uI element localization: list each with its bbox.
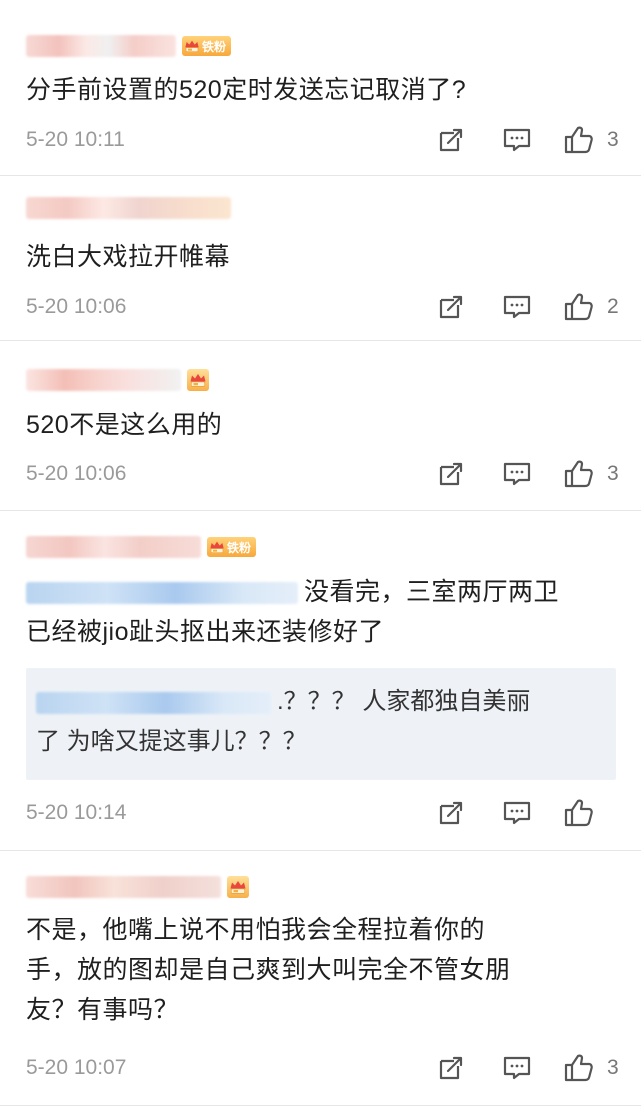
reply-button[interactable] <box>497 795 537 831</box>
comment-text-line2: 手，放的图却是自己爽到大叫完全不管女朋 <box>26 956 511 984</box>
thumbs-up-icon <box>564 460 593 488</box>
repost-icon <box>439 1056 463 1080</box>
comment-meta: 5-20 10:06 2 <box>26 289 619 325</box>
blurred-username[interactable] <box>26 197 231 219</box>
reply-button[interactable] <box>497 456 537 492</box>
repost-button[interactable] <box>431 122 471 158</box>
quote-line2: 了 为啥又提这事儿？？？ <box>36 728 307 755</box>
comment-text: 不是，他嘴上说不用怕我会全程拉着你的 手，放的图却是自己爽到大叫完全不管女朋 友… <box>26 910 601 1030</box>
repost-button[interactable] <box>431 289 471 325</box>
comment-time: 5-20 10:14 <box>26 801 127 824</box>
fan-badge-label: 铁粉 <box>227 540 252 555</box>
thumbs-up-icon <box>564 293 593 321</box>
comment-icon <box>503 295 531 319</box>
repost-button[interactable] <box>431 795 471 831</box>
thumbs-up-icon <box>564 126 593 154</box>
comment-feed: 铁粉 分手前设置的520定时发送忘记取消了? 5-20 10:11 3 洗白大戏… <box>0 0 641 1110</box>
comment-time: 5-20 10:11 <box>26 128 125 151</box>
reply-button[interactable] <box>497 1050 537 1086</box>
crown-icon <box>184 40 200 53</box>
comment-item: 520不是这么用的 5-20 10:06 3 <box>0 340 641 511</box>
blurred-username[interactable] <box>26 369 181 391</box>
like-count: 2 <box>607 295 619 318</box>
comment-icon <box>503 462 531 486</box>
like-button[interactable]: 2 <box>563 291 619 323</box>
repost-button[interactable] <box>431 456 471 492</box>
blurred-mention[interactable] <box>36 691 271 714</box>
comment-item: 不是，他嘴上说不用怕我会全程拉着你的 手，放的图却是自己爽到大叫完全不管女朋 友… <box>0 850 641 1106</box>
like-button[interactable]: 3 <box>563 458 619 490</box>
fan-badge[interactable] <box>187 369 209 391</box>
like-count: 3 <box>607 1056 619 1079</box>
quoted-reply[interactable]: .？？？ 人家都独自美丽 了 为啥又提这事儿？？？ <box>26 668 616 780</box>
repost-icon <box>439 462 463 486</box>
comment-meta: 5-20 10:11 3 <box>26 122 619 158</box>
comment-meta: 5-20 10:07 3 <box>26 1050 619 1086</box>
repost-button[interactable] <box>431 1050 471 1086</box>
fan-badge-label: 铁粉 <box>202 39 227 54</box>
like-button[interactable]: 3 <box>563 1052 619 1084</box>
like-count: 3 <box>607 462 619 485</box>
comment-icon <box>503 1056 531 1080</box>
comment-user-row: 铁粉 <box>26 31 232 61</box>
repost-icon <box>439 128 463 152</box>
comment-text-line3: 友？有事吗？ <box>26 996 180 1024</box>
comment-time: 5-20 10:06 <box>26 462 127 485</box>
blurred-username[interactable] <box>26 35 176 57</box>
repost-icon <box>439 295 463 319</box>
comment-meta: 5-20 10:06 3 <box>26 456 619 492</box>
comment-item: 洗白大戏拉开帷幕 5-20 10:06 2 <box>0 175 641 341</box>
comment-text: 520不是这么用的 <box>26 411 223 439</box>
blurred-username[interactable] <box>26 876 221 898</box>
blurred-username[interactable] <box>26 536 201 558</box>
comment-icon <box>503 128 531 152</box>
comment-text-line1: 没看完，三室两厅两卫 <box>304 578 560 606</box>
thumbs-up-icon <box>564 1054 593 1082</box>
comment-icon <box>503 801 531 825</box>
comment-text-line1: 不是，他嘴上说不用怕我会全程拉着你的 <box>26 916 486 944</box>
comment-meta: 5-20 10:14 <box>26 795 619 831</box>
repost-icon <box>439 801 463 825</box>
thumbs-up-icon <box>564 799 593 827</box>
comment-text: 洗白大戏拉开帷幕 <box>26 243 231 271</box>
comment-item: 铁粉 分手前设置的520定时发送忘记取消了? 5-20 10:11 3 <box>0 0 641 176</box>
quote-line1: .？？？ 人家都独自美丽 <box>277 688 531 715</box>
comment-text: 没看完，三室两厅两卫 已经被jio趾头抠出来还装修好了 <box>26 572 601 652</box>
fan-badge[interactable] <box>227 876 249 898</box>
comment-time: 5-20 10:06 <box>26 295 127 318</box>
crown-icon <box>190 373 206 387</box>
blurred-mention[interactable] <box>26 582 298 605</box>
comment-user-row: 铁粉 <box>26 532 257 562</box>
crown-icon <box>230 880 246 894</box>
comment-item: 铁粉 没看完，三室两厅两卫 已经被jio趾头抠出来还装修好了 .？？？ 人家都独… <box>0 510 641 851</box>
comment-user-row <box>26 365 209 395</box>
comment-text: 分手前设置的520定时发送忘记取消了? <box>26 76 467 104</box>
like-count: 3 <box>607 128 619 151</box>
fan-badge[interactable]: 铁粉 <box>207 537 257 557</box>
crown-icon <box>209 541 225 554</box>
comment-user-row <box>26 872 249 902</box>
like-button[interactable] <box>563 797 619 829</box>
like-button[interactable]: 3 <box>563 124 619 156</box>
reply-button[interactable] <box>497 289 537 325</box>
fan-badge[interactable]: 铁粉 <box>182 36 232 56</box>
comment-user-row <box>26 193 231 223</box>
quoted-reply-text: .？？？ 人家都独自美丽 了 为啥又提这事儿？？？ <box>36 682 602 762</box>
reply-button[interactable] <box>497 122 537 158</box>
comment-text-line2: 已经被jio趾头抠出来还装修好了 <box>26 618 385 646</box>
comment-time: 5-20 10:07 <box>26 1056 127 1079</box>
